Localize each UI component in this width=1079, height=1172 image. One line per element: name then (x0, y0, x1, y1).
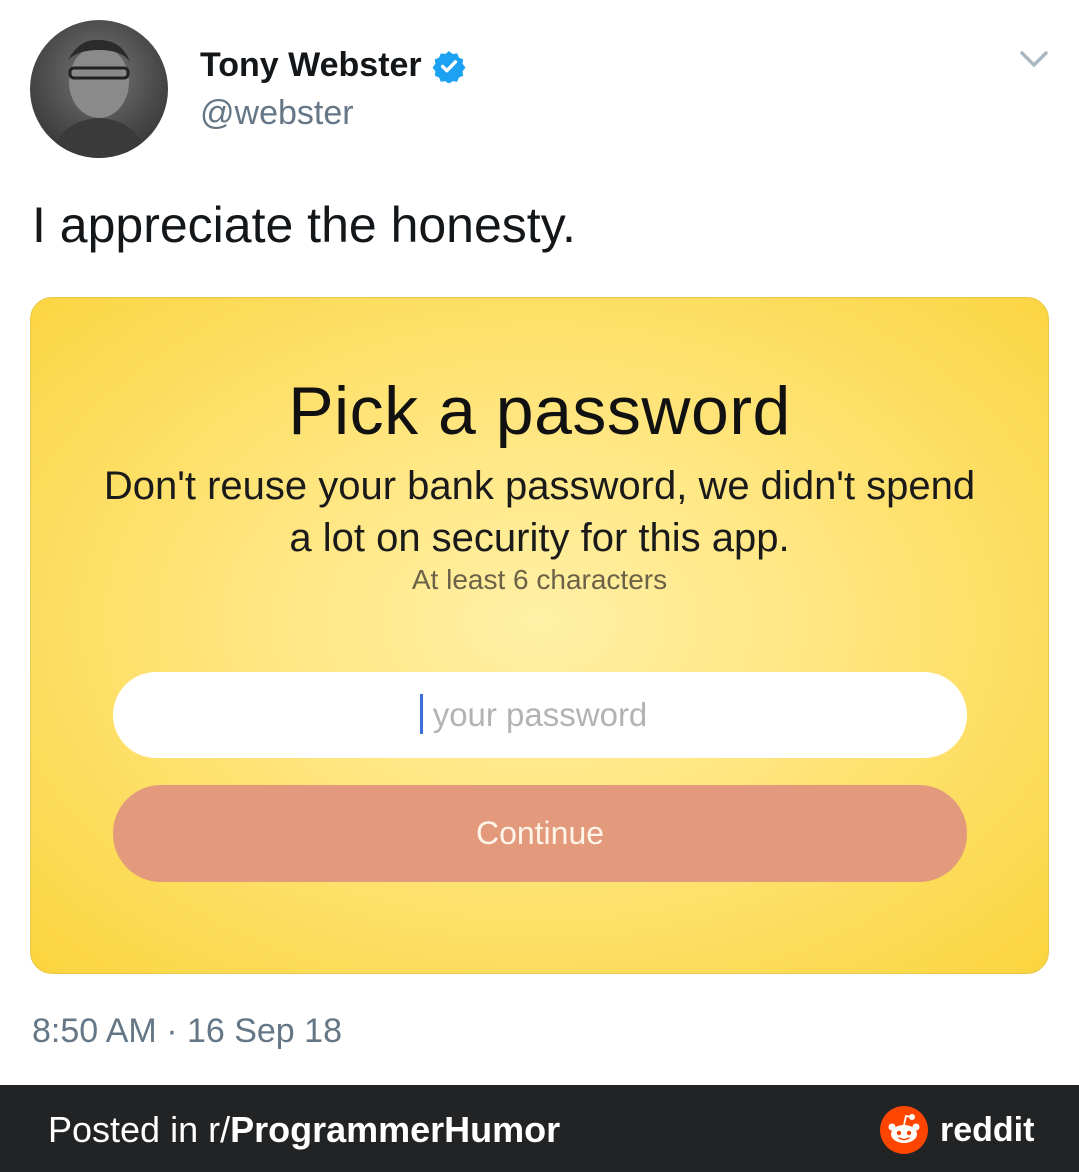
author-handle[interactable]: @webster (200, 94, 354, 133)
posted-in-label: Posted in r/ProgrammerHumor (48, 1109, 560, 1151)
chevron-down-icon[interactable] (1016, 44, 1052, 74)
tweet-text: I appreciate the honesty. (32, 197, 576, 253)
continue-button[interactable]: Continue (113, 785, 967, 882)
text-cursor (420, 694, 423, 734)
author-name[interactable]: Tony Webster (200, 46, 466, 85)
author-name-text[interactable]: Tony Webster (200, 46, 422, 85)
reddit-logo-icon (880, 1106, 928, 1154)
password-hint: At least 6 characters (411, 564, 668, 595)
avatar-photo (50, 39, 148, 158)
reddit-wordmark: reddit (940, 1111, 1035, 1149)
posted-in-prefix: Posted in r/ (48, 1109, 231, 1150)
card-title: Pick a password (288, 373, 791, 449)
tweet-timestamp[interactable]: 8:50 AM · 16 Sep 18 (32, 1012, 342, 1051)
avatar[interactable] (30, 20, 168, 158)
reddit-footer: Posted in r/ProgrammerHumor reddit (0, 1085, 1079, 1172)
tweet-image-card[interactable]: Pick a password Don't reuse your bank pa… (30, 297, 1049, 974)
password-input[interactable] (113, 672, 967, 758)
card-subtitle: Don't reuse your bank password, we didn'… (103, 464, 976, 560)
verified-badge-icon (432, 50, 466, 83)
subreddit-link[interactable]: ProgrammerHumor (230, 1109, 560, 1150)
